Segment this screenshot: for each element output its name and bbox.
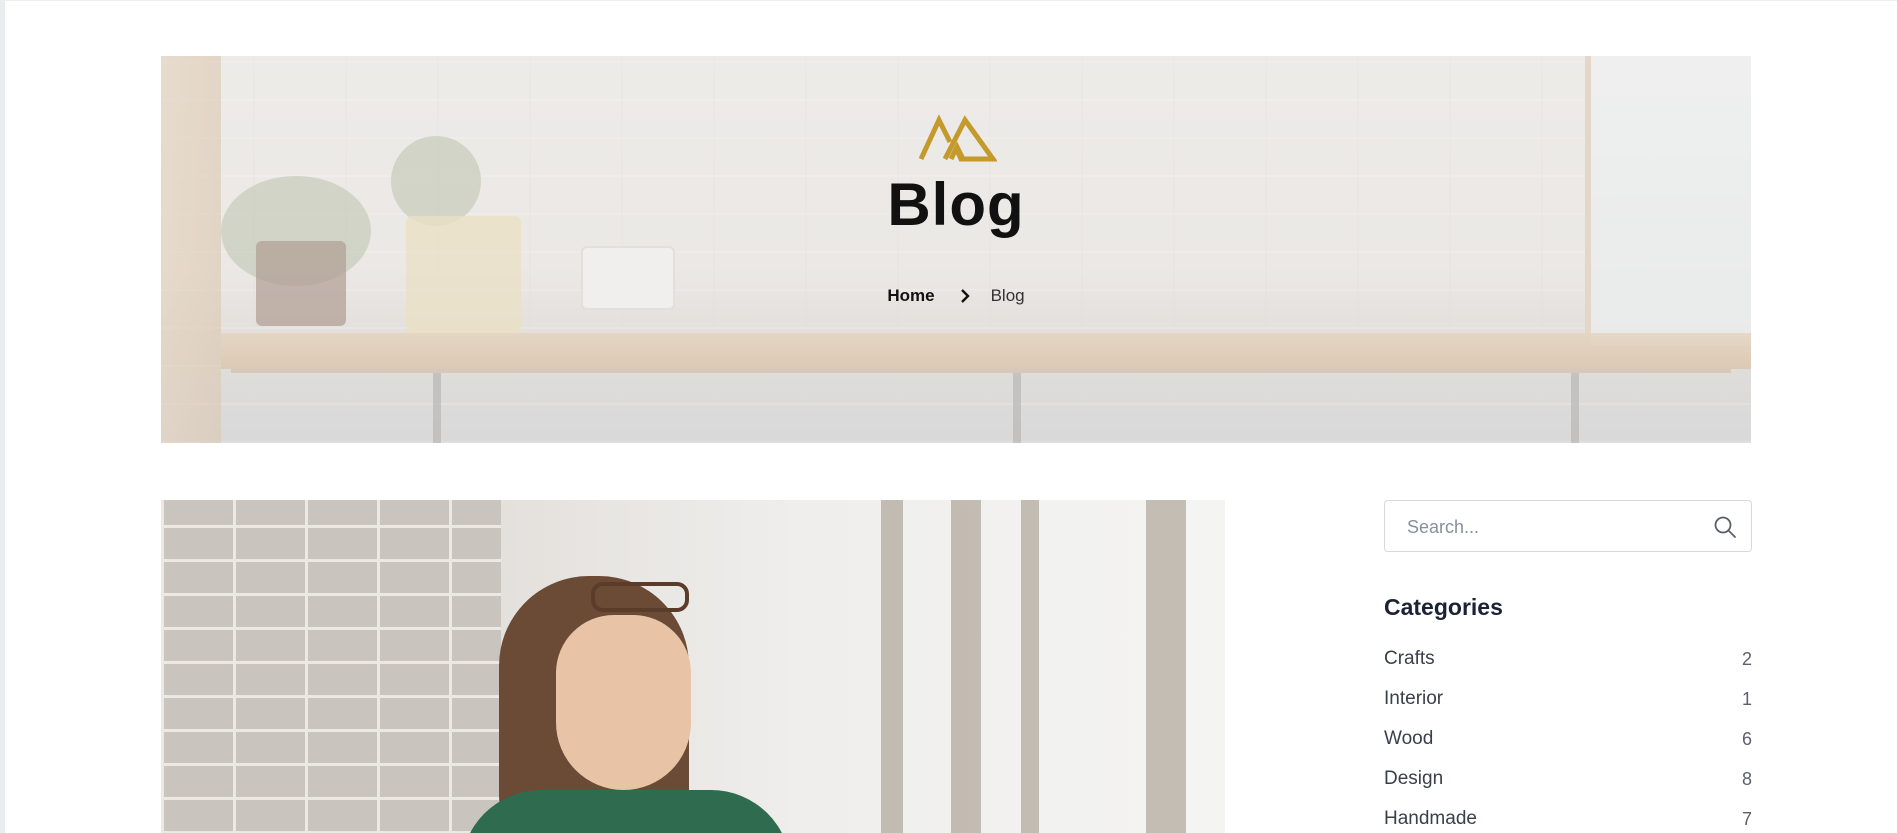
page: Blog Home Blog Ca [0, 0, 1897, 833]
category-item-crafts[interactable]: Crafts 2 [1384, 639, 1752, 679]
image-pillar [881, 500, 903, 833]
image-pillar [1021, 500, 1039, 833]
category-label: Handmade [1384, 808, 1477, 829]
brand-logo-icon [918, 114, 997, 162]
category-item-interior[interactable]: Interior 1 [1384, 679, 1752, 719]
breadcrumb-home-link[interactable]: Home [887, 286, 934, 306]
image-pillar [1146, 500, 1186, 833]
category-count: 2 [1741, 648, 1752, 669]
category-count: 6 [1741, 728, 1752, 749]
image-pillar [951, 500, 981, 833]
breadcrumb: Home Blog [161, 286, 1751, 306]
category-count: 1 [1741, 688, 1752, 709]
category-item-wood[interactable]: Wood 6 [1384, 719, 1752, 759]
image-person-glasses [591, 582, 689, 612]
category-label: Crafts [1384, 648, 1435, 669]
hero-banner: Blog Home Blog [161, 56, 1751, 443]
category-count: 8 [1741, 768, 1752, 789]
category-label: Design [1384, 768, 1444, 789]
category-label: Wood [1384, 728, 1434, 749]
page-title: Blog [887, 171, 1025, 238]
category-item-design[interactable]: Design 8 [1384, 759, 1752, 799]
image-person-face [556, 615, 691, 790]
category-label: Interior [1384, 688, 1444, 709]
sidebar: Categories Crafts 2 Interior 1 Wood 6 De… [1384, 500, 1752, 833]
chevron-right-icon [959, 287, 973, 305]
post-featured-image[interactable] [161, 500, 1225, 833]
search-icon[interactable] [1713, 515, 1737, 539]
breadcrumb-current: Blog [990, 286, 1025, 305]
categories-list: Crafts 2 Interior 1 Wood 6 Design 8 Hand… [1384, 639, 1752, 833]
image-person-sweater [461, 790, 791, 833]
category-count: 7 [1741, 808, 1752, 829]
image-brick-wall [161, 500, 501, 833]
search-box [1384, 500, 1752, 553]
hero-content: Blog Home Blog [161, 56, 1751, 443]
categories-heading: Categories [1384, 594, 1503, 620]
search-input[interactable] [1405, 501, 1709, 553]
category-item-handmade[interactable]: Handmade 7 [1384, 799, 1752, 833]
